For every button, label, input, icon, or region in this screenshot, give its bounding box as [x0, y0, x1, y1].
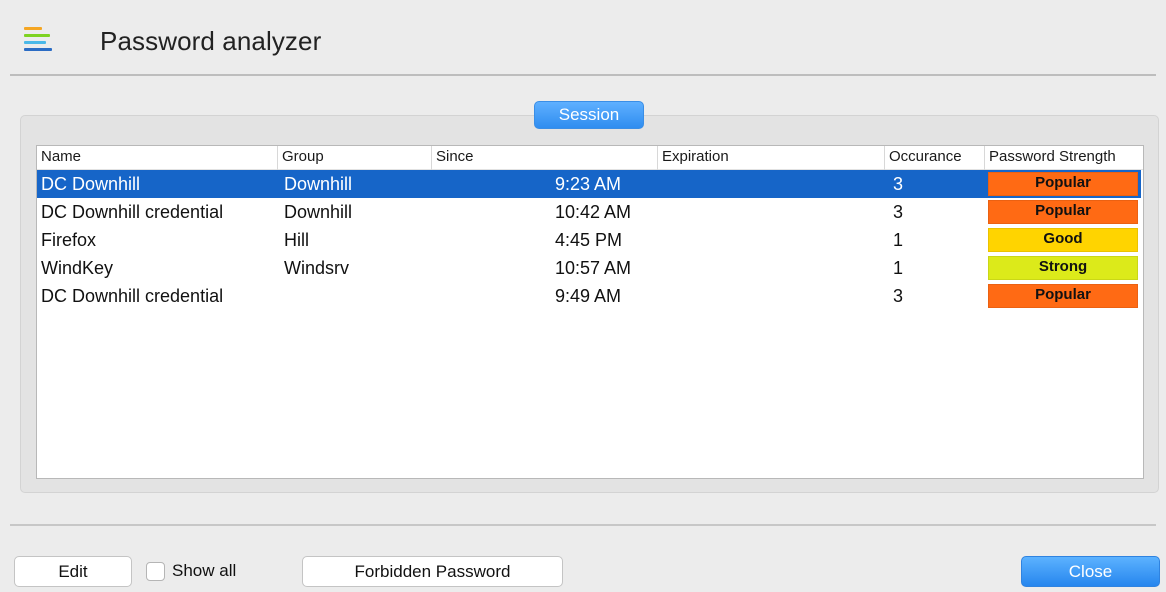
app-header: Password analyzer	[10, 10, 1156, 76]
password-table[interactable]: Name Group Since Expiration Occurance Pa…	[36, 145, 1144, 479]
close-button[interactable]: Close	[1021, 556, 1160, 587]
cell-since: 9:49 AM	[555, 286, 622, 306]
table-row[interactable]: DC Downhill credential Downhill 10:42 AM 3 P…	[37, 198, 1141, 226]
column-header-group[interactable]: Group	[277, 146, 431, 170]
cell-group: Hill	[284, 230, 309, 250]
show-all-checkbox[interactable]	[146, 561, 165, 581]
footer-divider	[10, 524, 1156, 526]
table-row[interactable]: DC Downhill Downhill 9:23 AM 3 Popular	[37, 170, 1141, 198]
cell-occurance: 3	[893, 286, 904, 306]
cell-name: DC Downhill credential	[41, 202, 224, 222]
cell-group: Windsrv	[284, 258, 350, 278]
cell-occurance: 1	[893, 230, 904, 250]
column-header-expiration[interactable]: Expiration	[657, 146, 884, 170]
column-header-password-strength[interactable]: Password Strength	[984, 146, 1141, 170]
cell-occurance: 3	[893, 202, 904, 222]
stacked-bars-logo-icon	[24, 19, 52, 59]
table-row[interactable]: DC Downhill credential 9:49 AM 3 Popular	[37, 282, 1141, 310]
cell-occurance: 1	[893, 258, 904, 278]
cell-name: WindKey	[41, 258, 114, 278]
cell-name: Firefox	[41, 230, 97, 250]
show-all-toggle[interactable]: Show all	[146, 559, 236, 583]
cell-name: DC Downhill credential	[41, 286, 224, 306]
cell-since: 10:42 AM	[555, 202, 632, 222]
cell-group: Downhill	[284, 174, 353, 194]
header-divider	[10, 74, 1156, 76]
page-title: Password analyzer	[100, 26, 322, 56]
show-all-label: Show all	[172, 561, 237, 580]
edit-button[interactable]: Edit	[14, 556, 132, 587]
cell-group: Downhill	[284, 202, 353, 222]
cell-since: 9:23 AM	[555, 174, 622, 194]
cell-since: 4:45 PM	[555, 230, 623, 250]
strength-badge: Popular	[988, 172, 1138, 196]
strength-badge: Strong	[988, 256, 1138, 280]
table-header: Name Group Since Expiration Occurance Pa…	[37, 146, 1143, 170]
cell-occurance: 3	[893, 174, 904, 194]
cell-name: DC Downhill	[41, 174, 141, 194]
strength-badge: Popular	[988, 284, 1138, 308]
tab-session[interactable]: Session	[534, 101, 644, 129]
cell-since: 10:57 AM	[555, 258, 632, 278]
column-header-since[interactable]: Since	[431, 146, 657, 170]
strength-badge: Popular	[988, 200, 1138, 224]
table-row[interactable]: WindKey Windsrv 10:57 AM 1 Strong	[37, 254, 1141, 282]
column-header-occurance[interactable]: Occurance	[884, 146, 984, 170]
table-row[interactable]: Firefox Hill 4:45 PM 1 Good	[37, 226, 1141, 254]
forbidden-password-button[interactable]: Forbidden Password	[302, 556, 563, 587]
strength-badge: Good	[988, 228, 1138, 252]
column-header-name[interactable]: Name	[37, 146, 277, 170]
